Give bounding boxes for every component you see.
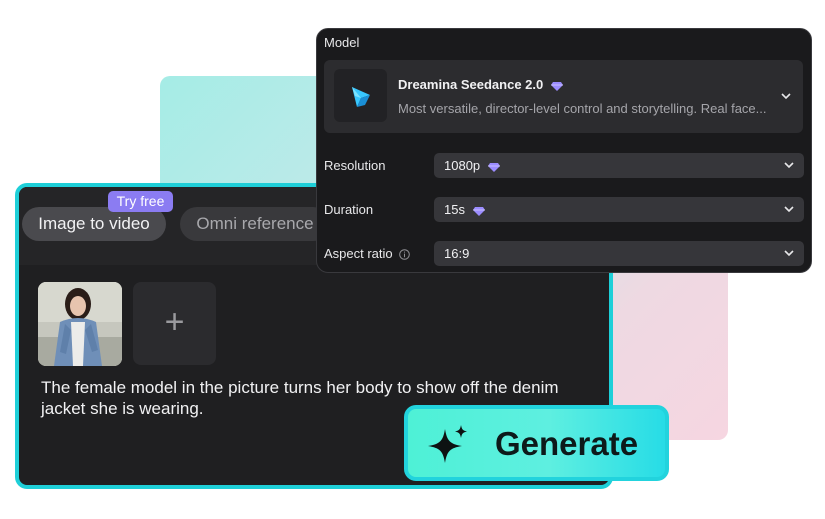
try-free-badge: Try free — [108, 191, 173, 212]
duration-select[interactable]: 15s — [434, 197, 804, 222]
model-settings-panel: Model Dreamina Seedance 2.0 Most versati… — [316, 28, 812, 273]
diamond-gem-icon — [472, 206, 485, 216]
sparkle-icon — [428, 425, 467, 463]
reference-image-thumbnail[interactable] — [38, 282, 122, 366]
tab-omni-reference[interactable]: Omni reference — [180, 207, 330, 241]
generate-button[interactable]: Generate — [404, 405, 669, 481]
generate-label: Generate — [495, 425, 639, 462]
aspect-ratio-label: Aspect ratio — [324, 246, 411, 261]
aspect-ratio-select[interactable]: 16:9 — [434, 241, 804, 266]
diamond-gem-icon — [550, 81, 563, 91]
chevron-down-icon — [784, 162, 794, 169]
diamond-gem-icon — [487, 162, 500, 172]
model-description: Most versatile, director-level control a… — [398, 101, 767, 116]
tab-image-to-video[interactable]: Image to video — [22, 207, 166, 241]
panel-title: Model — [324, 35, 360, 50]
reference-image — [38, 282, 122, 366]
resolution-label: Resolution — [324, 158, 386, 173]
plus-icon: + — [164, 303, 185, 341]
model-logo-icon — [334, 69, 387, 122]
info-icon[interactable] — [399, 249, 411, 260]
add-image-button[interactable]: + — [133, 282, 216, 365]
model-name: Dreamina Seedance 2.0 — [398, 77, 563, 92]
duration-label: Duration — [324, 202, 374, 217]
chevron-down-icon — [784, 250, 794, 257]
chevron-down-icon — [784, 206, 794, 213]
chevron-down-icon — [781, 93, 791, 100]
resolution-select[interactable]: 1080p — [434, 153, 804, 178]
model-selector[interactable]: Dreamina Seedance 2.0 Most versatile, di… — [324, 60, 803, 133]
